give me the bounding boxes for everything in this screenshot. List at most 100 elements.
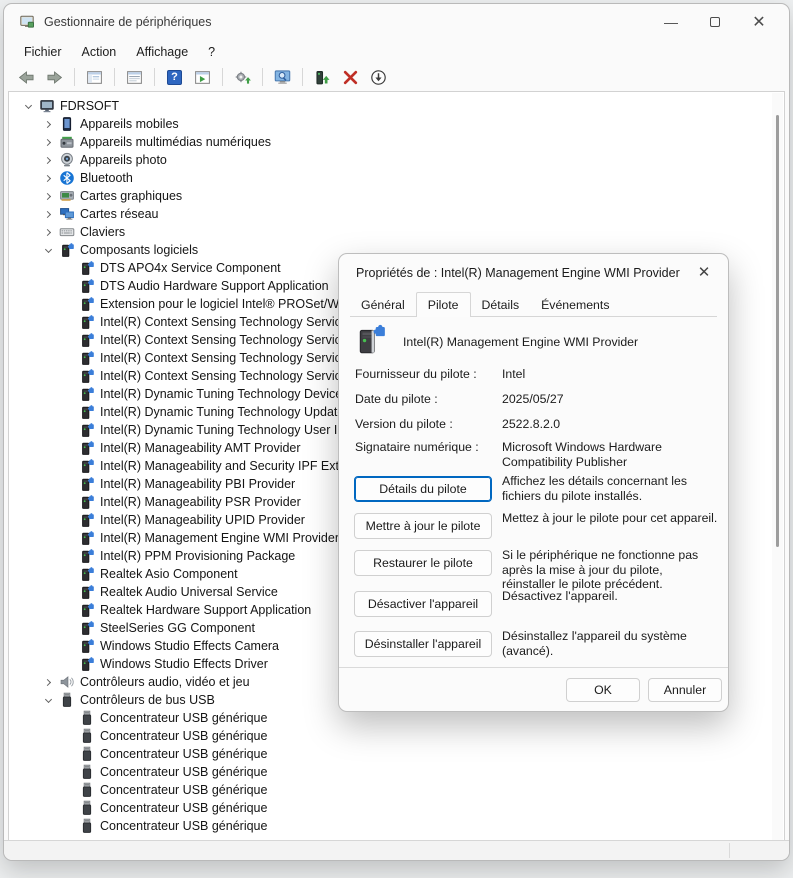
driver-details-button[interactable]: Détails du pilote xyxy=(354,476,492,502)
tree-item[interactable]: FDRSOFT xyxy=(9,97,784,115)
disable-device-button[interactable]: Désactiver l'appareil xyxy=(354,591,492,617)
menu-item[interactable]: ? xyxy=(198,42,225,62)
show-console-tree-button[interactable] xyxy=(82,65,107,89)
tree-item-label: Intel(R) Context Sensing Technology Serv… xyxy=(98,369,348,383)
uninstall-device-button[interactable]: Désinstaller l'appareil xyxy=(354,631,492,657)
tree-item[interactable]: Claviers xyxy=(9,223,784,241)
menu-item[interactable]: Action xyxy=(72,42,127,62)
chevron-right-icon[interactable] xyxy=(41,675,56,690)
keyboard-icon xyxy=(59,224,75,240)
tree-item[interactable]: Appareils photo xyxy=(9,151,784,169)
software-component-icon xyxy=(79,530,95,546)
software-component-icon xyxy=(79,584,95,600)
tree-item[interactable]: Concentrateur USB générique xyxy=(9,745,784,763)
tree-item[interactable]: Appareils multimédias numériques xyxy=(9,133,784,151)
tree-item[interactable]: Concentrateur USB générique xyxy=(9,781,784,799)
camera-icon xyxy=(59,152,75,168)
menu-item[interactable]: Fichier xyxy=(14,42,72,62)
usb-icon xyxy=(79,728,95,744)
tree-item-label: Claviers xyxy=(78,225,125,239)
tree-item[interactable]: Concentrateur USB générique xyxy=(9,727,784,745)
tab-1[interactable]: Pilote xyxy=(416,292,471,317)
software-component-icon xyxy=(79,548,95,564)
chevron-right-icon[interactable] xyxy=(41,189,56,204)
chevron-down-icon[interactable] xyxy=(41,243,56,258)
device-name: Intel(R) Management Engine WMI Provider xyxy=(403,335,638,349)
software-component-icon xyxy=(79,278,95,294)
chevron-right-icon[interactable] xyxy=(41,171,56,186)
chevron-down-icon[interactable] xyxy=(21,99,36,114)
tree-item[interactable]: Concentrateur USB générique xyxy=(9,799,784,817)
search-devices-button[interactable] xyxy=(270,65,295,89)
forward-icon xyxy=(46,69,63,86)
scrollbar-thumb[interactable] xyxy=(776,115,779,547)
chevron-right-icon[interactable] xyxy=(41,207,56,222)
tree-item[interactable]: Bluetooth xyxy=(9,169,784,187)
bluetooth-icon xyxy=(59,170,75,186)
close-button[interactable]: ✕ xyxy=(737,4,781,40)
toolbar-separator xyxy=(222,68,223,86)
help-icon: ? xyxy=(166,69,183,86)
properties-button[interactable] xyxy=(122,65,147,89)
audio-icon xyxy=(59,674,75,690)
tab-2[interactable]: Détails xyxy=(471,295,531,316)
tree-item[interactable]: Cartes réseau xyxy=(9,205,784,223)
chevron-right-icon[interactable] xyxy=(41,225,56,240)
tree-item-label: Intel(R) Manageability and Security IPF … xyxy=(98,459,362,473)
device-manager-app-icon xyxy=(19,14,35,30)
scrollbar[interactable] xyxy=(772,93,783,840)
gpu-icon xyxy=(59,188,75,204)
back-icon xyxy=(18,69,35,86)
tree-item-label: Concentrateur USB générique xyxy=(98,819,267,833)
window-title: Gestionnaire de périphériques xyxy=(44,15,211,29)
cancel-button[interactable]: Annuler xyxy=(648,678,722,702)
field-label: Fournisseur du pilote : xyxy=(355,367,497,381)
update-driver-button[interactable]: Mettre à jour le pilote xyxy=(354,513,492,539)
help-button[interactable]: ? xyxy=(162,65,187,89)
chevron-right-icon[interactable] xyxy=(41,135,56,150)
menu-item[interactable]: Affichage xyxy=(126,42,198,62)
disable-device-button[interactable] xyxy=(366,65,391,89)
usb-icon xyxy=(79,764,95,780)
minimize-button[interactable]: — xyxy=(649,4,693,40)
mobile-icon xyxy=(59,116,75,132)
uninstall-device-button[interactable] xyxy=(338,65,363,89)
tree-item-label: Intel(R) Context Sensing Technology Serv… xyxy=(98,333,348,347)
title-bar[interactable]: Gestionnaire de périphériques — ✕ xyxy=(4,4,789,40)
maximize-button[interactable] xyxy=(693,4,737,40)
tree-item[interactable]: Concentrateur USB générique xyxy=(9,763,784,781)
tree-item[interactable]: Cartes graphiques xyxy=(9,187,784,205)
software-component-icon xyxy=(79,314,95,330)
back-button[interactable] xyxy=(14,65,39,89)
software-component-icon xyxy=(79,458,95,474)
chevron-down-icon[interactable] xyxy=(41,693,56,708)
scan-hardware-changes-button[interactable] xyxy=(230,65,255,89)
usb-icon xyxy=(79,710,95,726)
forward-button[interactable] xyxy=(42,65,67,89)
tab-0[interactable]: Général xyxy=(350,295,416,316)
software-component-icon xyxy=(79,368,95,384)
export-list-button[interactable] xyxy=(190,65,215,89)
tree-item[interactable]: Concentrateur USB générique xyxy=(9,817,784,835)
roll-back-driver-button[interactable]: Restaurer le pilote xyxy=(354,550,492,576)
tree-item-label: Realtek Asio Component xyxy=(98,567,238,581)
chevron-right-icon[interactable] xyxy=(41,153,56,168)
scan-hardware-icon xyxy=(234,69,251,86)
dialog-close-button[interactable]: ✕ xyxy=(688,259,720,285)
maximize-icon xyxy=(710,17,720,27)
tree-item-label: Concentrateur USB générique xyxy=(98,783,267,797)
update-driver-button[interactable] xyxy=(310,65,335,89)
tree-item-label: Concentrateur USB générique xyxy=(98,801,267,815)
tree-item[interactable]: Appareils mobiles xyxy=(9,115,784,133)
software-component-icon xyxy=(79,386,95,402)
uninstall-icon xyxy=(342,69,359,86)
tree-item-label: Intel(R) Manageability PSR Provider xyxy=(98,495,301,509)
toolbar: ? xyxy=(10,63,783,91)
tab-3[interactable]: Événements xyxy=(530,295,620,316)
chevron-right-icon[interactable] xyxy=(41,117,56,132)
field-value: 2025/05/27 xyxy=(502,392,716,407)
tree-item-label: Composants logiciels xyxy=(78,243,198,257)
software-component-icon xyxy=(79,476,95,492)
tree-item-label: Cartes graphiques xyxy=(78,189,182,203)
ok-button[interactable]: OK xyxy=(566,678,640,702)
